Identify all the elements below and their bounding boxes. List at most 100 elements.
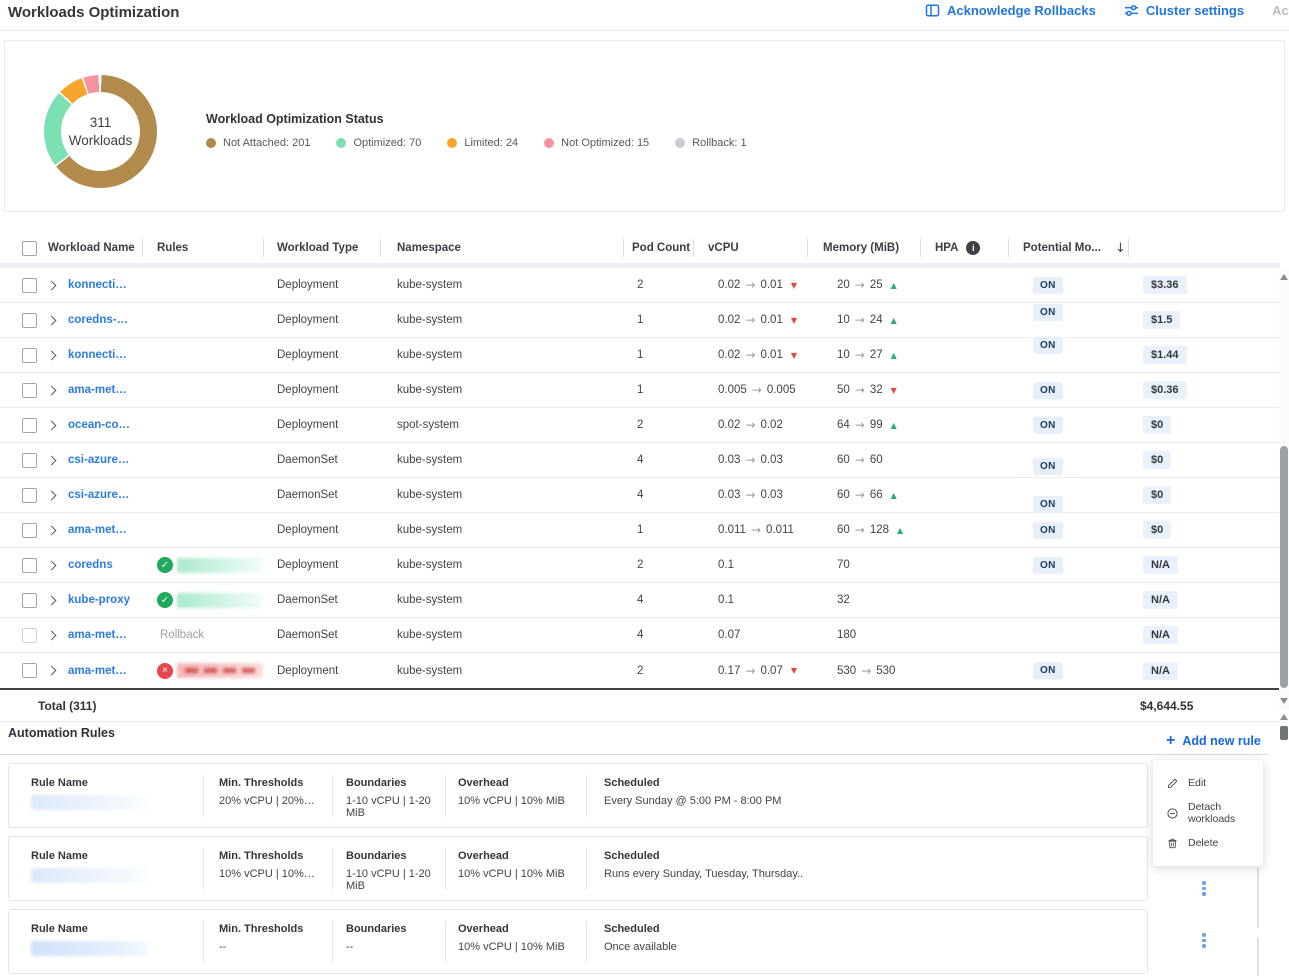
row-checkbox[interactable]	[22, 418, 37, 433]
table-row[interactable]: csi-azure… DaemonSet kube-system 4 0.03→…	[0, 478, 1280, 513]
table-scrollbar[interactable]	[1279, 268, 1289, 710]
scroll-down-icon[interactable]	[1280, 698, 1288, 704]
row-checkbox[interactable]	[22, 593, 37, 608]
row-checkbox[interactable]	[22, 663, 37, 678]
workload-name-link[interactable]: csi-azure…	[68, 454, 129, 466]
legend-label: Not Attached: 201	[223, 137, 310, 149]
scroll-up-icon[interactable]	[1280, 274, 1288, 280]
menu-item-detach-workloads[interactable]: Detach workloads	[1153, 798, 1263, 828]
expand-chevron-icon[interactable]	[47, 595, 57, 605]
column-header-vcpu[interactable]: vCPU	[693, 233, 807, 263]
boundaries-value: 1-10 vCPU | 1-20 MiB	[346, 795, 445, 819]
rule-kebab-menu-icon[interactable]	[1202, 881, 1206, 898]
potential-badge: $0	[1143, 416, 1171, 434]
expand-chevron-icon[interactable]	[47, 666, 57, 676]
table-row[interactable]: konnecti… Deployment kube-system 2 0.02→…	[0, 268, 1280, 303]
row-checkbox[interactable]	[22, 278, 37, 293]
trend-down-icon: ▼	[791, 316, 797, 325]
scrollbar-thumb[interactable]	[1280, 726, 1288, 740]
expand-chevron-icon[interactable]	[47, 350, 57, 360]
row-checkbox[interactable]	[22, 453, 37, 468]
potential-badge: N/A	[1143, 556, 1178, 574]
boundaries-label: Boundaries	[346, 923, 445, 935]
rule-name-label: Rule Name	[31, 850, 203, 862]
table-row[interactable]: kube-proxy ✓ DaemonSet kube-system 4 0.1…	[0, 583, 1280, 618]
workload-name-link[interactable]: ocean-co…	[68, 419, 130, 431]
thresholds-label: Min. Thresholds	[219, 850, 332, 862]
workload-name-link[interactable]: ama-met…	[68, 629, 127, 641]
workload-name-link[interactable]: csi-azure…	[68, 489, 129, 501]
workload-name-link[interactable]: ama-met…	[68, 384, 127, 396]
acknowledge-rollbacks-button[interactable]: Acknowledge Rollbacks	[925, 3, 1096, 18]
row-checkbox[interactable]	[22, 313, 37, 328]
row-checkbox[interactable]	[22, 488, 37, 503]
expand-chevron-icon[interactable]	[47, 420, 57, 430]
scroll-up-icon[interactable]	[1280, 714, 1288, 720]
column-header-rules[interactable]: Rules	[142, 233, 263, 263]
optimization-summary-card: 311 Workloads Workload Optimization Stat…	[4, 40, 1285, 212]
expand-chevron-icon[interactable]	[47, 525, 57, 535]
pod-count: 2	[623, 419, 693, 431]
table-row[interactable]: ama-met… Rollback DaemonSet kube-system …	[0, 618, 1280, 653]
scrollbar-thumb[interactable]	[1280, 446, 1288, 688]
row-checkbox[interactable]	[22, 348, 37, 363]
table-row[interactable]: ama-met… Deployment kube-system 1 0.011→…	[0, 513, 1280, 548]
expand-chevron-icon[interactable]	[47, 455, 57, 465]
row-checkbox[interactable]	[22, 523, 37, 538]
expand-chevron-icon[interactable]	[47, 630, 57, 640]
table-row[interactable]: csi-azure… DaemonSet kube-system 4 0.03→…	[0, 443, 1280, 478]
table-row[interactable]: coredns ✓ Deployment kube-system 2 0.1 7…	[0, 548, 1280, 583]
trend-down-icon: ▼	[791, 351, 797, 360]
menu-item-delete[interactable]: Delete	[1153, 828, 1263, 858]
workload-name-link[interactable]: kube-proxy	[68, 594, 130, 606]
row-checkbox[interactable]	[22, 628, 37, 643]
namespace: kube-system	[380, 559, 623, 571]
add-new-rule-button[interactable]: + Add new rule	[1166, 733, 1261, 749]
info-icon[interactable]: i	[966, 241, 980, 255]
expand-chevron-icon[interactable]	[47, 315, 57, 325]
column-header-potential[interactable]: Potential Mo... ↓	[1008, 233, 1128, 263]
memory-values: 10→24▲	[807, 313, 920, 327]
potential-badge: $0.36	[1143, 381, 1187, 399]
cluster-settings-button[interactable]: Cluster settings	[1124, 3, 1244, 18]
memory-values: 32	[807, 594, 920, 606]
row-checkbox[interactable]	[22, 558, 37, 573]
column-header-workload-name[interactable]: Workload Name	[46, 233, 142, 263]
expand-chevron-icon[interactable]	[47, 385, 57, 395]
memory-values: 20→25▲	[807, 278, 920, 292]
hpa-badge: ON	[1033, 496, 1063, 513]
plus-icon: +	[1166, 733, 1175, 749]
legend-item: Not Attached: 201	[206, 137, 310, 149]
actions-button[interactable]: Action	[1272, 3, 1289, 18]
table-row[interactable]: coredns-… Deployment kube-system 1 0.02→…	[0, 303, 1280, 338]
namespace: kube-system	[380, 384, 623, 396]
workload-name-link[interactable]: coredns	[68, 559, 113, 571]
table-row[interactable]: konnecti… Deployment kube-system 1 0.02→…	[0, 338, 1280, 373]
table-row[interactable]: ocean-co… Deployment spot-system 2 0.02→…	[0, 408, 1280, 443]
select-all-checkbox[interactable]	[22, 241, 37, 256]
column-header-pod-count[interactable]: Pod Count	[623, 233, 693, 263]
rule-kebab-menu-icon[interactable]	[1202, 933, 1206, 950]
workload-name-link[interactable]: coredns-…	[68, 314, 128, 326]
legend-label: Not Optimized: 15	[561, 137, 649, 149]
workload-name-link[interactable]: ama-met…	[68, 524, 127, 536]
expand-chevron-icon[interactable]	[47, 490, 57, 500]
vcpu-values: 0.02→0.02	[693, 418, 807, 432]
table-row[interactable]: ama-met… Deployment kube-system 1 0.005→…	[0, 373, 1280, 408]
menu-item-edit[interactable]: Edit	[1153, 768, 1263, 798]
row-checkbox[interactable]	[22, 383, 37, 398]
workload-name-link[interactable]: ama-met…	[68, 665, 127, 677]
thresholds-value: 20% vCPU | 20%…	[219, 795, 332, 807]
column-header-memory[interactable]: Memory (MiB)	[807, 233, 920, 263]
expand-chevron-icon[interactable]	[47, 560, 57, 570]
overhead-value: 10% vCPU | 10% MiB	[458, 795, 586, 807]
column-header-namespace[interactable]: Namespace	[380, 233, 623, 263]
workload-name-link[interactable]: konnecti…	[68, 279, 127, 291]
expand-chevron-icon[interactable]	[47, 280, 57, 290]
table-row[interactable]: ama-met… × Deployment kube-system 2 0.17…	[0, 653, 1280, 688]
vcpu-values: 0.03→0.03	[693, 453, 807, 467]
legend-item: Limited: 24	[447, 137, 518, 149]
column-header-workload-type[interactable]: Workload Type	[263, 233, 380, 263]
workload-name-link[interactable]: konnecti…	[68, 349, 127, 361]
column-header-hpa[interactable]: HPA i	[920, 233, 1008, 263]
